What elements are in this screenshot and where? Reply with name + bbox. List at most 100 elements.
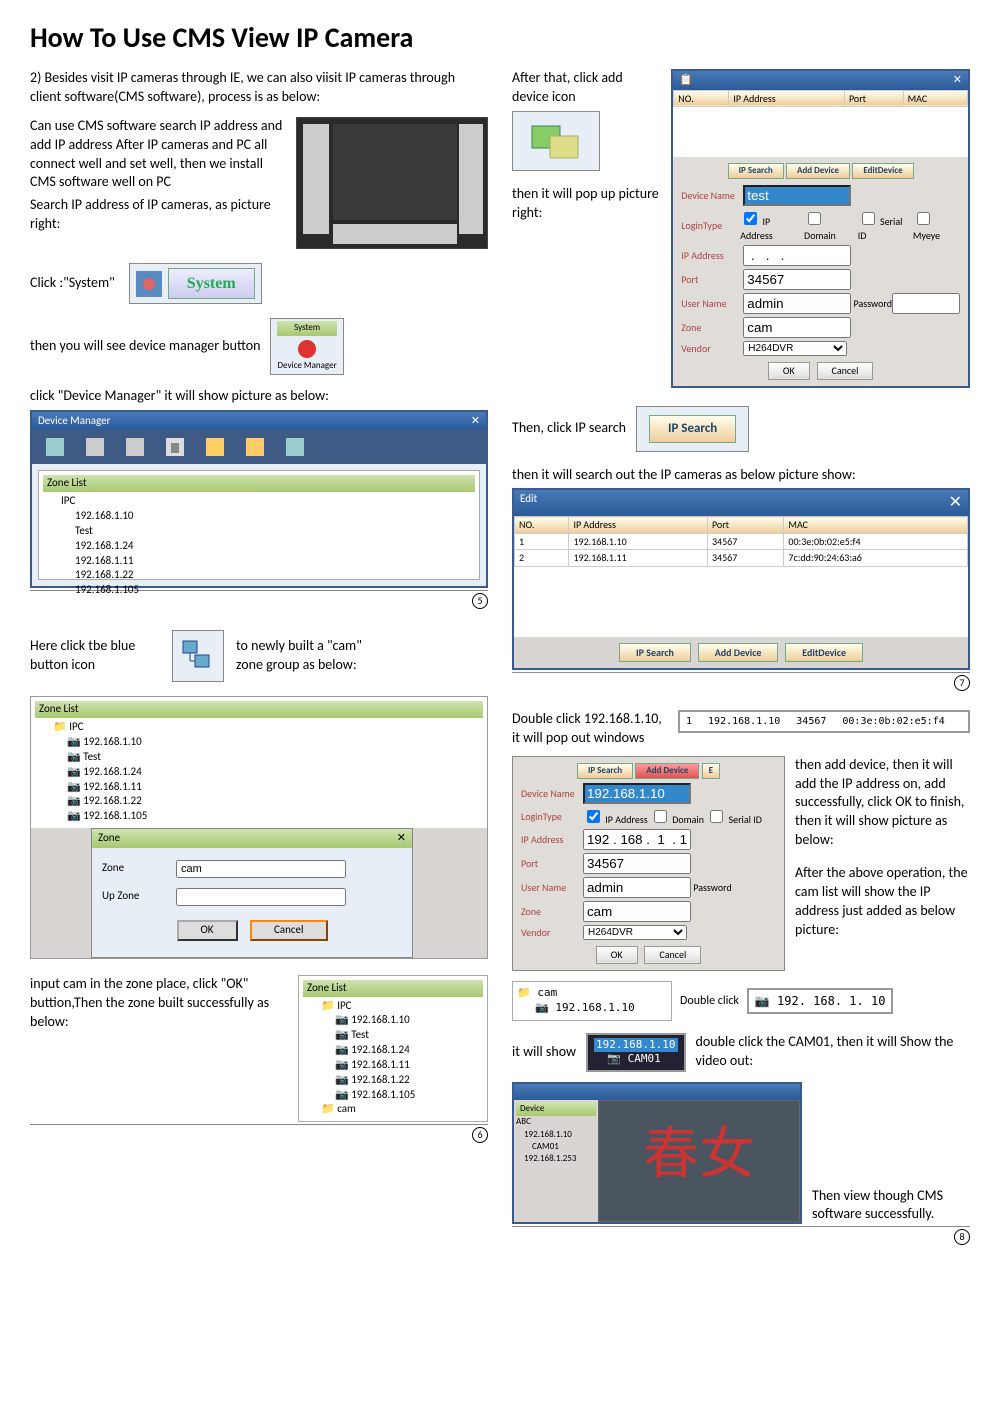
cancel-button[interactable]: Cancel: [250, 920, 328, 941]
add-zone-icon-box[interactable]: [172, 630, 224, 682]
ip-search-button[interactable]: IP Search: [577, 763, 633, 779]
ok-button[interactable]: OK: [177, 920, 238, 941]
add-device-button[interactable]: Add Device: [698, 643, 779, 663]
click-system-text: Click :"System": [30, 274, 115, 293]
edit-device-button[interactable]: EditDevice: [852, 163, 913, 179]
tree-item[interactable]: 📁 IPC: [35, 720, 483, 735]
close-icon[interactable]: ✕: [471, 414, 480, 429]
tree-item[interactable]: 📷 192.168.1.10: [303, 1013, 483, 1028]
edit-device-button[interactable]: EditDevice: [785, 643, 863, 663]
tree-item[interactable]: 📷 192.168.1.11: [303, 1058, 483, 1073]
tree-item[interactable]: 📷 192.168.1.10: [35, 735, 483, 750]
toolbar-icon[interactable]: [86, 438, 104, 456]
tree-item[interactable]: 📷 192.168.1.22: [35, 794, 483, 809]
tree-item[interactable]: 📷 192.168.1.22: [303, 1073, 483, 1088]
tree-item[interactable]: 192.168.1.11: [43, 554, 475, 569]
tree-item[interactable]: 📷 Test: [303, 1028, 483, 1043]
tree-item[interactable]: CAM01: [516, 1141, 596, 1153]
tree-item[interactable]: 📷 192.168.1.10: [517, 1001, 667, 1016]
zone-list-root[interactable]: Zone List: [43, 475, 475, 492]
tree-item[interactable]: 192.168.1.253: [516, 1153, 596, 1165]
device-name-input[interactable]: [743, 185, 851, 206]
ip-table: NO.IP AddressPortMAC: [673, 90, 968, 108]
zone-input[interactable]: [743, 317, 851, 338]
close-icon[interactable]: ✕: [397, 831, 406, 846]
domain-option[interactable]: [808, 212, 821, 225]
ip-input[interactable]: [743, 245, 851, 266]
add-device-button[interactable]: Add Device: [786, 163, 850, 179]
selected-row[interactable]: 1192.168.1.103456700:3e:0b:02:e5:f4: [678, 710, 970, 734]
device-manager-label: Device Manager: [277, 360, 336, 372]
ip-search-button[interactable]: IP Search: [728, 163, 784, 179]
toolbar-delete-icon[interactable]: [166, 438, 184, 456]
field-label: Vendor: [681, 342, 743, 356]
myeye-option[interactable]: [917, 212, 930, 225]
user-input[interactable]: [583, 877, 691, 898]
tree-item[interactable]: IPC: [43, 494, 475, 509]
port-input[interactable]: [743, 269, 851, 290]
tree-item[interactable]: 📷 192.168.1.105: [35, 809, 483, 824]
cam01-box[interactable]: 192.168.1.10 📷 CAM01: [586, 1033, 685, 1073]
tree-item[interactable]: ABC: [516, 1116, 596, 1128]
devmgr-title: Device Manager: [38, 414, 110, 429]
password-input[interactable]: [892, 293, 960, 314]
toolbar-icon[interactable]: [126, 438, 144, 456]
zone-input[interactable]: [176, 860, 346, 878]
to-newly-text: to newly built a "cam" zone group as bel…: [236, 637, 386, 675]
vendor-select[interactable]: H264DVR: [583, 925, 687, 940]
ip-option[interactable]: [744, 212, 757, 225]
table-row[interactable]: 1192.168.1.103456700:3e:0b:02:e5:f4: [515, 533, 968, 550]
edit-partial-button[interactable]: E: [702, 763, 720, 779]
close-icon[interactable]: ✕: [953, 73, 962, 88]
ok-button[interactable]: OK: [596, 946, 638, 964]
cam-tree-root[interactable]: 📁 cam: [517, 986, 667, 1001]
serial-option[interactable]: [862, 212, 875, 225]
user-input[interactable]: [743, 293, 851, 314]
tree-item[interactable]: 📷 Test: [35, 750, 483, 765]
system-button[interactable]: System: [168, 268, 255, 300]
device-manager-icon[interactable]: [292, 338, 322, 360]
toolbar-icon[interactable]: [206, 438, 224, 456]
ip-search-button[interactable]: IP Search: [619, 643, 691, 663]
field-label: IP Address: [521, 833, 583, 847]
tree-item[interactable]: 📁 IPC: [303, 999, 483, 1014]
serial-option[interactable]: [710, 810, 723, 823]
tree-item[interactable]: 📁 cam: [303, 1102, 483, 1117]
tree-item[interactable]: 📷 192.168.1.11: [35, 780, 483, 795]
ip-input[interactable]: [583, 829, 691, 850]
tree-item[interactable]: 192.168.1.22: [43, 568, 475, 583]
vendor-select[interactable]: H264DVR: [743, 341, 847, 356]
tree-item[interactable]: 📷 192.168.1.24: [303, 1043, 483, 1058]
tree-item[interactable]: 📷 192.168.1.105: [303, 1088, 483, 1103]
upzone-input[interactable]: [176, 888, 346, 906]
table-row[interactable]: 2192.168.1.11345677c:dd:90:24:63:a6: [515, 550, 968, 567]
tree-item[interactable]: Test: [43, 524, 475, 539]
device-name-input[interactable]: [583, 783, 691, 804]
zone-list-root[interactable]: Zone List: [35, 701, 483, 718]
zone-input[interactable]: [583, 901, 691, 922]
domain-option[interactable]: [654, 810, 667, 823]
zone-list-root[interactable]: Zone List: [303, 980, 483, 997]
ip-search-button[interactable]: IP Search: [649, 415, 736, 443]
result-ip-box[interactable]: 📷 192. 168. 1. 10: [747, 988, 894, 1014]
cancel-button[interactable]: Cancel: [817, 362, 874, 380]
ok-button[interactable]: OK: [768, 362, 810, 380]
cancel-button[interactable]: Cancel: [644, 946, 701, 964]
then-devmgr-text: then you will see device manager button: [30, 337, 260, 356]
tree-item[interactable]: 192.168.1.10: [43, 509, 475, 524]
tree-item[interactable]: 192.168.1.24: [43, 539, 475, 554]
tree-item[interactable]: 📷 192.168.1.24: [35, 765, 483, 780]
click-devmgr-text: click "Device Manager" it will show pict…: [30, 387, 488, 406]
after-click-add-text: After that, click add device icon: [512, 69, 661, 107]
port-input[interactable]: [583, 853, 691, 874]
close-icon[interactable]: ✕: [949, 492, 962, 514]
tree-item[interactable]: 192.168.1.10: [516, 1129, 596, 1141]
toolbar-icon[interactable]: [46, 438, 64, 456]
toolbar-icon[interactable]: [246, 438, 264, 456]
add-device-icon-box[interactable]: [512, 111, 600, 171]
add-device-button[interactable]: Add Device: [635, 763, 699, 779]
then-add-text: then add device, then it will add the IP…: [795, 756, 970, 850]
toolbar-icon[interactable]: [286, 438, 304, 456]
ip-option[interactable]: [587, 810, 600, 823]
input-cam-text: input cam in the zone place, click "OK" …: [30, 975, 286, 1123]
